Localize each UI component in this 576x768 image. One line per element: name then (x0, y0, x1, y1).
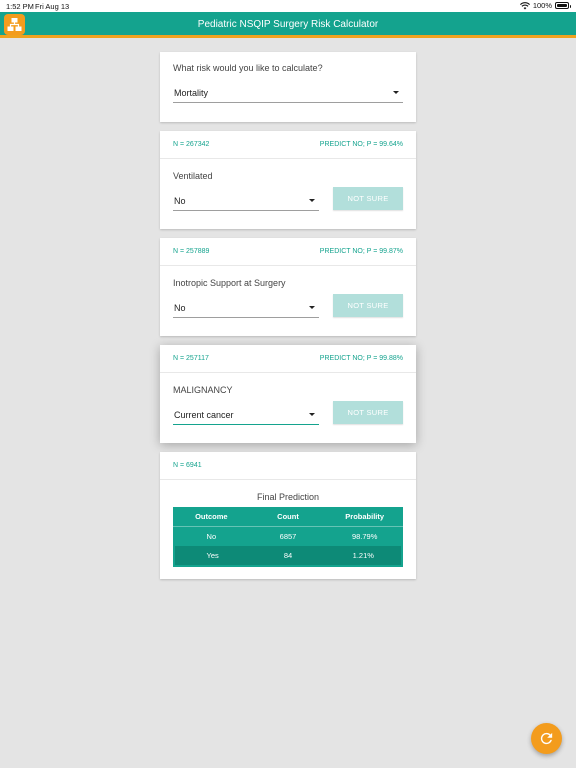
risk-select[interactable]: Mortality (173, 81, 403, 103)
cell-probability: 98.79% (351, 532, 378, 541)
status-time: 1:52 PM (6, 2, 34, 11)
step-card-inotropic: N = 257889 PREDICT NO; P = 99.87% Inotro… (160, 238, 416, 336)
final-header: N = 6941 (160, 452, 416, 480)
step-prediction: PREDICT NO; P = 99.87% (319, 248, 403, 255)
step-question: Ventilated (173, 171, 213, 181)
step-question: Inotropic Support at Surgery (173, 278, 286, 288)
refresh-button[interactable] (531, 723, 562, 754)
final-title: Final Prediction (256, 492, 320, 502)
cell-outcome: Yes (206, 551, 219, 560)
not-sure-button[interactable]: NOT SURE (333, 294, 403, 317)
select-value: No (174, 303, 186, 313)
chevron-down-icon (309, 413, 315, 416)
status-date: Fri Aug 13 (35, 2, 70, 11)
step-count: N = 267342 (173, 141, 210, 148)
select-value: Current cancer (174, 410, 234, 420)
cell-count: 6857 (279, 532, 297, 541)
step-header: N = 257889 PREDICT NO; P = 99.87% (160, 238, 416, 266)
step-card-ventilated: N = 267342 PREDICT NO; P = 99.64% Ventil… (160, 131, 416, 229)
cell-outcome: No (206, 532, 217, 541)
step-card-malignancy: N = 257117 PREDICT NO; P = 99.88% MALIGN… (160, 345, 416, 443)
status-right: 100% (519, 1, 571, 10)
chevron-down-icon (309, 306, 315, 309)
chevron-down-icon (393, 91, 399, 94)
step-prediction: PREDICT NO; P = 99.88% (319, 355, 403, 362)
battery-icon (555, 2, 571, 9)
column-header: Probability (345, 512, 385, 521)
risk-select-value: Mortality (174, 88, 209, 98)
column-header: Count (277, 512, 299, 521)
step-header: N = 257117 PREDICT NO; P = 99.88% (160, 345, 416, 373)
step-count: N = 257117 (173, 355, 209, 362)
final-count: N = 6941 (173, 462, 202, 469)
app-bar: Pediatric NSQIP Surgery Risk Calculator (0, 12, 576, 38)
not-sure-button[interactable]: NOT SURE (333, 187, 403, 210)
step-header: N = 267342 PREDICT NO; P = 99.64% (160, 131, 416, 159)
select-value: No (174, 196, 186, 206)
prediction-table: Outcome Count Probability No 6857 98.79%… (173, 507, 403, 567)
final-prediction-card: N = 6941 Final Prediction Outcome Count … (160, 452, 416, 579)
not-sure-button[interactable]: NOT SURE (333, 401, 403, 424)
chevron-down-icon (309, 199, 315, 202)
inotropic-select[interactable]: No (173, 296, 319, 318)
column-header: Outcome (195, 512, 228, 521)
cell-probability: 1.21% (352, 551, 374, 560)
risk-selector-card: What risk would you like to calculate? M… (160, 52, 416, 122)
table-header: Outcome Count Probability (173, 507, 403, 527)
cell-count: 84 (283, 551, 293, 560)
step-prediction: PREDICT NO; P = 99.64% (319, 141, 403, 148)
wifi-icon (519, 1, 530, 9)
refresh-icon (540, 732, 553, 745)
malignancy-select[interactable]: Current cancer (173, 403, 319, 425)
table-row: Yes 84 1.21% (175, 546, 401, 565)
table-row: No 6857 98.79% (173, 527, 403, 546)
risk-question: What risk would you like to calculate? (173, 63, 323, 73)
app-title: Pediatric NSQIP Surgery Risk Calculator (197, 19, 379, 30)
step-count: N = 257889 (173, 248, 210, 255)
ventilated-select[interactable]: No (173, 189, 319, 211)
battery-percent: 100% (532, 1, 552, 10)
step-question: MALIGNANCY (173, 385, 233, 395)
status-bar: 1:52 PM Fri Aug 13 100% (0, 0, 576, 12)
